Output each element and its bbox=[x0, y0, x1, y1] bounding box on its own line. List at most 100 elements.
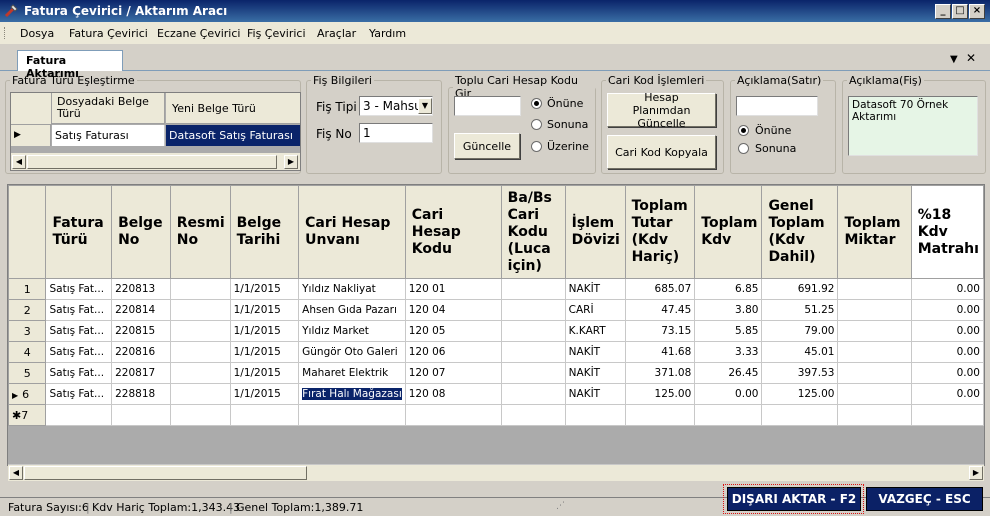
table-cell[interactable]: Satış Fat... bbox=[45, 278, 113, 300]
resize-grip-icon[interactable]: ⋰ bbox=[556, 501, 565, 511]
table-cell[interactable] bbox=[500, 341, 566, 363]
table-row[interactable]: 5 Satış Fat... 220817 1/1/2015 Maharet Elekt… bbox=[7, 362, 985, 384]
radio-overwrite[interactable] bbox=[531, 141, 542, 152]
voucher-no-input[interactable]: 1 bbox=[359, 123, 433, 143]
col-resmi-no[interactable]: Resmi No bbox=[169, 185, 231, 279]
table-cell[interactable]: 0.00 bbox=[910, 278, 985, 300]
table-cell[interactable] bbox=[500, 404, 566, 426]
table-cell[interactable] bbox=[837, 404, 912, 426]
table-cell[interactable]: Güngör Oto Galeri bbox=[298, 341, 406, 363]
col-kdv18-matrahi[interactable]: %18 Kdv Matrahı bbox=[910, 185, 985, 279]
table-cell[interactable]: Ahsen Gıda Pazarı bbox=[298, 299, 406, 321]
new-row-header[interactable]: ✱7 bbox=[7, 404, 47, 426]
table-cell[interactable]: Fırat Halı Mağazası bbox=[298, 383, 406, 405]
copy-account-code-button[interactable]: Cari Kod Kopyala bbox=[607, 135, 716, 169]
table-cell[interactable]: Satış Fat... bbox=[45, 383, 113, 405]
table-cell[interactable]: 41.68 bbox=[624, 341, 696, 363]
table-cell[interactable]: 228818 bbox=[111, 383, 171, 405]
table-cell[interactable]: 1/1/2015 bbox=[229, 278, 300, 300]
col-babs-cari-kodu[interactable]: Ba/Bs Cari Kodu (Luca için) bbox=[500, 185, 566, 279]
table-cell[interactable]: Satış Fat... bbox=[45, 299, 113, 321]
table-cell[interactable]: 6.85 bbox=[694, 278, 763, 300]
table-row[interactable]: 3 Satış Fat... 220815 1/1/2015 Yıldız Market… bbox=[7, 320, 985, 342]
row-header[interactable]: ▶ 6 bbox=[7, 383, 47, 405]
table-cell[interactable]: Maharet Elektrik bbox=[298, 362, 406, 384]
table-cell[interactable] bbox=[169, 404, 231, 426]
table-cell[interactable] bbox=[500, 299, 566, 321]
table-row[interactable]: 2 Satış Fat... 220814 1/1/2015 Ahsen Gıda Pa… bbox=[7, 299, 985, 321]
tab-dropdown-icon[interactable]: ▼ bbox=[950, 54, 958, 65]
row-header[interactable]: 4 bbox=[7, 341, 47, 363]
table-cell[interactable] bbox=[761, 404, 839, 426]
menu-yardim[interactable]: Yardım bbox=[369, 27, 406, 40]
menu-dosya[interactable]: Dosya bbox=[20, 27, 54, 40]
chevron-down-icon[interactable]: ▼ bbox=[418, 98, 432, 114]
table-cell[interactable]: 0.00 bbox=[910, 383, 985, 405]
table-cell[interactable] bbox=[837, 341, 912, 363]
scroll-left-icon[interactable]: ◀ bbox=[12, 155, 26, 169]
radio-append[interactable] bbox=[531, 119, 542, 130]
table-cell[interactable] bbox=[169, 299, 231, 321]
table-cell[interactable]: Satış Fat... bbox=[45, 362, 113, 384]
table-cell[interactable] bbox=[169, 320, 231, 342]
table-cell[interactable]: 685.07 bbox=[624, 278, 696, 300]
table-cell[interactable] bbox=[45, 404, 113, 426]
table-cell[interactable]: NAKİT bbox=[564, 362, 626, 384]
col-islem-dovizi[interactable]: İşlem Dövizi bbox=[564, 185, 626, 279]
col-belge-no[interactable]: Belge No bbox=[111, 185, 171, 279]
menu-eczane-cevirici[interactable]: Eczane Çevirici bbox=[157, 27, 240, 40]
line-description-input[interactable] bbox=[736, 96, 818, 116]
radio-line-prepend[interactable] bbox=[738, 125, 749, 136]
table-cell[interactable]: 3.33 bbox=[694, 341, 763, 363]
table-cell[interactable]: 120 06 bbox=[404, 341, 502, 363]
table-cell[interactable] bbox=[404, 404, 502, 426]
table-cell[interactable]: 397.53 bbox=[761, 362, 839, 384]
table-cell[interactable]: 120 01 bbox=[404, 278, 502, 300]
col-toplam-kdv[interactable]: Toplam Kdv bbox=[694, 185, 763, 279]
table-cell[interactable]: 220815 bbox=[111, 320, 171, 342]
scroll-thumb[interactable] bbox=[27, 155, 277, 169]
table-cell[interactable] bbox=[564, 404, 626, 426]
row-header[interactable]: 5 bbox=[7, 362, 47, 384]
table-cell[interactable]: 45.01 bbox=[761, 341, 839, 363]
grid-hscrollbar[interactable]: ◀ ▶ bbox=[8, 464, 984, 481]
table-cell[interactable]: 3.80 bbox=[694, 299, 763, 321]
menu-fatura-cevirici[interactable]: Fatura Çevirici bbox=[69, 27, 148, 40]
table-cell[interactable] bbox=[500, 362, 566, 384]
table-cell[interactable]: 125.00 bbox=[624, 383, 696, 405]
scroll-left-icon[interactable]: ◀ bbox=[9, 466, 23, 480]
table-cell[interactable]: 0.00 bbox=[910, 362, 985, 384]
voucher-type-select[interactable]: 3 - Mahsup ▼ bbox=[359, 96, 433, 116]
table-cell[interactable] bbox=[169, 278, 231, 300]
table-cell[interactable]: 0.00 bbox=[910, 299, 985, 321]
table-cell[interactable]: 120 07 bbox=[404, 362, 502, 384]
table-cell[interactable]: 79.00 bbox=[761, 320, 839, 342]
export-button[interactable]: DIŞARI AKTAR - F2 bbox=[727, 487, 861, 511]
table-cell[interactable]: 1/1/2015 bbox=[229, 362, 300, 384]
table-cell[interactable]: K.KART bbox=[564, 320, 626, 342]
voucher-description-textarea[interactable]: Datasoft 70 Örnek Aktarımı bbox=[848, 96, 978, 156]
table-cell[interactable]: 0.00 bbox=[910, 320, 985, 342]
table-cell[interactable] bbox=[837, 299, 912, 321]
table-cell[interactable]: 26.45 bbox=[694, 362, 763, 384]
table-cell[interactable]: 51.25 bbox=[761, 299, 839, 321]
table-cell[interactable]: NAKİT bbox=[564, 278, 626, 300]
mapping-source-cell[interactable]: Satış Faturası bbox=[52, 125, 165, 146]
table-cell[interactable] bbox=[500, 320, 566, 342]
minimize-button[interactable]: _ bbox=[935, 4, 951, 19]
scroll-right-icon[interactable]: ▶ bbox=[284, 155, 298, 169]
maximize-button[interactable]: □ bbox=[952, 4, 968, 19]
menu-araclar[interactable]: Araçlar bbox=[317, 27, 356, 40]
table-cell[interactable] bbox=[837, 278, 912, 300]
radio-line-append[interactable] bbox=[738, 143, 749, 154]
table-cell[interactable] bbox=[229, 404, 300, 426]
table-cell[interactable]: NAKİT bbox=[564, 383, 626, 405]
scroll-right-icon[interactable]: ▶ bbox=[969, 466, 983, 480]
table-cell[interactable] bbox=[694, 404, 763, 426]
col-genel-toplam[interactable]: Genel Toplam (Kdv Dahil) bbox=[761, 185, 839, 279]
update-from-account-plan-button[interactable]: Hesap Planımdan Güncelle bbox=[607, 91, 716, 130]
row-header[interactable]: 2 bbox=[7, 299, 47, 321]
table-cell[interactable] bbox=[500, 278, 566, 300]
radio-prepend[interactable] bbox=[531, 98, 542, 109]
table-cell[interactable]: 1/1/2015 bbox=[229, 383, 300, 405]
